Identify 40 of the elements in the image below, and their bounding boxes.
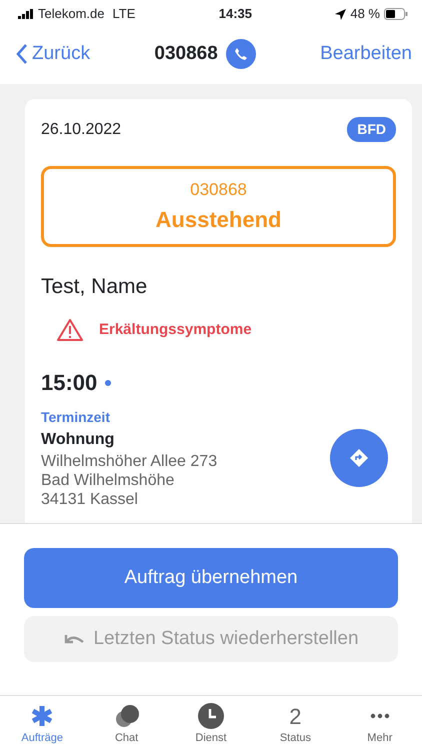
address-line: Wilhelmshöher Allee 273 bbox=[41, 452, 218, 472]
chevron-left-icon bbox=[16, 44, 28, 64]
tab-item[interactable]: Dienst bbox=[168, 696, 254, 753]
tab-item[interactable]: Chat bbox=[84, 696, 169, 753]
battery-icon bbox=[384, 8, 408, 20]
call-button[interactable] bbox=[226, 39, 256, 69]
directions-icon bbox=[349, 448, 369, 468]
asterisk-icon bbox=[31, 705, 54, 727]
accept-order-button[interactable]: Auftrag übernehmen bbox=[24, 548, 398, 608]
chat-bubbles-icon bbox=[114, 704, 140, 728]
signal-icon bbox=[18, 9, 34, 19]
edit-link[interactable]: Bearbeiten bbox=[320, 40, 412, 68]
warning-text: Erkältungssymptome bbox=[99, 320, 252, 340]
phone-icon bbox=[234, 47, 248, 61]
order-date: 26.10.2022 bbox=[41, 120, 122, 140]
order-status: Ausstehend bbox=[154, 206, 282, 234]
nav-title: 030868 bbox=[154, 42, 218, 66]
clock-icon bbox=[198, 703, 224, 729]
network-type: LTE bbox=[112, 5, 136, 24]
more-icon bbox=[370, 713, 390, 719]
tab-item[interactable]: Mehr bbox=[338, 696, 422, 753]
address-line: 34131 Kassel bbox=[41, 490, 139, 510]
battery-percent: 48 % bbox=[350, 5, 380, 24]
status-number: 2 bbox=[289, 702, 302, 730]
appointment-time: 15:00 bbox=[41, 369, 98, 397]
category-tag: BFD bbox=[347, 117, 396, 142]
dot-icon bbox=[105, 380, 112, 386]
carrier-name: Telekom.de bbox=[38, 5, 104, 24]
time-label: Terminzeit bbox=[41, 408, 111, 427]
undo-icon bbox=[63, 632, 86, 646]
place-label: Wohnung bbox=[41, 430, 116, 450]
location-arrow-icon bbox=[335, 8, 346, 20]
address-line: Bad Wilhelmshöhe bbox=[41, 471, 176, 490]
warning-icon bbox=[57, 318, 83, 342]
tab-item[interactable]: 2 Status bbox=[253, 696, 338, 753]
back-link[interactable]: Zurück bbox=[16, 40, 90, 68]
tab-item[interactable]: Aufträge bbox=[0, 696, 84, 753]
patient-name: Test, Name bbox=[41, 274, 148, 300]
order-number: 030868 bbox=[189, 179, 248, 201]
clock-time: 14:35 bbox=[218, 5, 252, 24]
